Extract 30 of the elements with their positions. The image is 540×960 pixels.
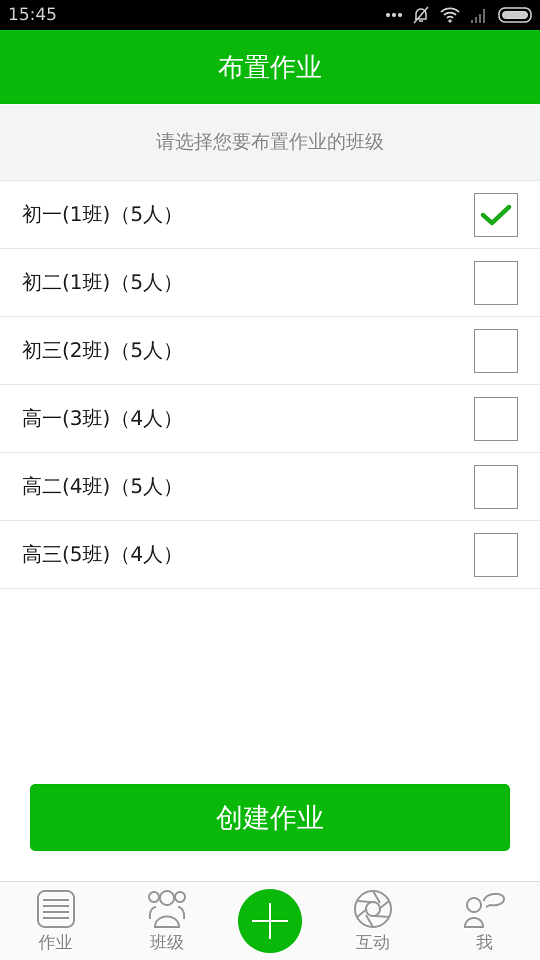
class-name: 初三(2班)（5人） [22,337,184,364]
tab-label[interactable]: 互动 [356,930,390,954]
create-button[interactable]: 创建作业 [30,784,510,851]
signal-icon [470,7,488,23]
class-checkbox[interactable] [474,464,518,508]
class-name: 初二(1班)（5人） [22,269,184,296]
prompt-text: 请选择您要布置作业的班级 [156,130,384,155]
plus-icon [252,903,288,939]
class-checkbox[interactable] [474,328,518,372]
group-icon [146,888,188,928]
class-checkbox[interactable] [474,396,518,440]
class-checkbox[interactable] [474,192,518,236]
class-name: 高三(5班)（4人） [22,541,184,568]
more-icon [386,13,402,17]
tab-label[interactable]: 作业 [38,930,73,954]
class-checkbox[interactable] [474,260,518,304]
tab-label[interactable]: 班级 [150,930,184,954]
list-icon [36,888,76,928]
class-name: 初一(1班)（5人） [22,201,184,228]
tab-label[interactable]: 我 [476,930,493,954]
class-name: 高一(3班)（4人） [22,405,184,432]
battery-icon [498,7,532,23]
check-icon [480,202,512,226]
aperture-icon [353,888,394,928]
class-name: 高二(4班)（5人） [22,473,184,500]
class-checkbox[interactable] [474,532,518,576]
bell-muted-icon [412,6,430,24]
wifi-icon [440,7,460,23]
page-title: 布置作业 [218,52,322,84]
status-time: 15:45 [8,5,57,25]
